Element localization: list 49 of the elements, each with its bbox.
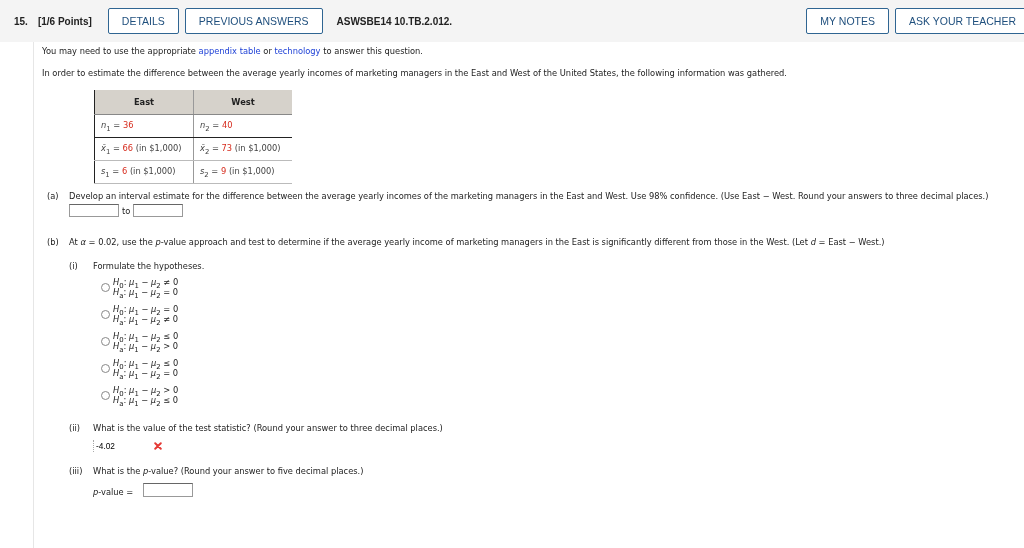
question-text: Develop an interval estimate for the difference between the average yearly incomes of the marketing managers in the East and West. Use 98% confidence. (Use East − West. Round your answers to three decimal places.) (69, 191, 989, 201)
hypothesis-text: H$_{0}$: μ$_{1}$ − μ$_{2}$ = 0 (113, 304, 179, 314)
answer-field[interactable] (133, 204, 184, 217)
table-cell: s$_{2}$ = 9 (in $1,000) (193, 160, 292, 184)
radio-button[interactable] (101, 364, 110, 373)
technology-link[interactable]: technology (274, 46, 321, 56)
hypothesis-text: H$_{a}$: μ$_{1}$ − μ$_{2}$ = 0 (113, 368, 179, 378)
to-label: to (122, 205, 131, 216)
table-cell: x̄$_{2}$ = 73 (in $1,000) (193, 137, 292, 161)
subpart-label: (ii) (69, 423, 82, 435)
appendix-link[interactable]: appendix table (198, 46, 261, 56)
field-label: p-value = (93, 487, 134, 497)
problem-statement: In order to estimate the difference between the average yearly incomes of marketing managers in the East and West of the United States, the following information was gathered. (42, 68, 788, 78)
column-header: West (193, 90, 292, 115)
question-text: Formulate the hypotheses. (93, 261, 205, 271)
subpart-label: (i) (69, 261, 79, 273)
part-label: (b) (47, 237, 60, 249)
hypothesis-text: H$_{a}$: μ$_{1}$ − μ$_{2}$ = 0 (113, 287, 179, 297)
points-label: [1/6 Points] (37, 15, 92, 27)
answer-field[interactable] (69, 204, 119, 217)
table-cell: n$_{2}$ = 40 (193, 114, 292, 138)
question-code: ASWSBE14 10.TB.2.012. (336, 15, 453, 27)
radio-button[interactable] (101, 283, 110, 292)
table-cell: x̄$_{1}$ = 66 (in $1,000) (94, 137, 194, 161)
hypothesis-text: H$_{a}$: μ$_{1}$ − μ$_{2}$ ≠ 0 (113, 314, 179, 324)
radio-button[interactable] (101, 391, 110, 400)
instruction-text: You may need to use the appropriate appendix table or technology to answer this question. (42, 46, 424, 56)
part-label: (a) (47, 191, 60, 203)
hypothesis-text: H$_{a}$: μ$_{1}$ − μ$_{2}$ > 0 (113, 341, 179, 351)
table-cell: n$_{1}$ = 36 (94, 114, 194, 138)
question-text: What is the p-value? (Round your answer to five decimal places.) (93, 466, 364, 476)
answer-field[interactable] (143, 483, 194, 497)
question-text: At α = 0.02, use the p-value approach and test to determine if the average yearly income of marketing managers in the East is significantly different from those in the West. (Let d = East − West.) (69, 237, 885, 247)
hypothesis-text: H$_{a}$: μ$_{1}$ − μ$_{2}$ ≤ 0 (113, 395, 179, 405)
header-button[interactable]: MY NOTES (806, 8, 889, 34)
header-button[interactable]: ASK YOUR TEACHER (895, 8, 1024, 34)
hypothesis-text: H$_{0}$: μ$_{1}$ − μ$_{2}$ ≤ 0 (113, 331, 179, 341)
radio-button[interactable] (101, 337, 110, 346)
question-number: 15. (14, 15, 28, 27)
header-button[interactable]: DETAILS (107, 8, 179, 34)
table-cell: s$_{1}$ = 6 (in $1,000) (94, 160, 194, 184)
column-header: East (94, 90, 194, 115)
radio-button[interactable] (101, 310, 110, 319)
hypothesis-text: H$_{0}$: μ$_{1}$ − μ$_{2}$ ≤ 0 (113, 358, 179, 368)
header-button[interactable]: PREVIOUS ANSWERS (184, 8, 323, 34)
hypothesis-text: H$_{0}$: μ$_{1}$ − μ$_{2}$ > 0 (113, 385, 179, 395)
question-text: What is the value of the test statistic? (Round your answer to three decimal places.) (93, 423, 443, 433)
subpart-label: (iii) (69, 466, 83, 478)
hypothesis-text: H$_{0}$: μ$_{1}$ − μ$_{2}$ ≠ 0 (113, 277, 179, 287)
